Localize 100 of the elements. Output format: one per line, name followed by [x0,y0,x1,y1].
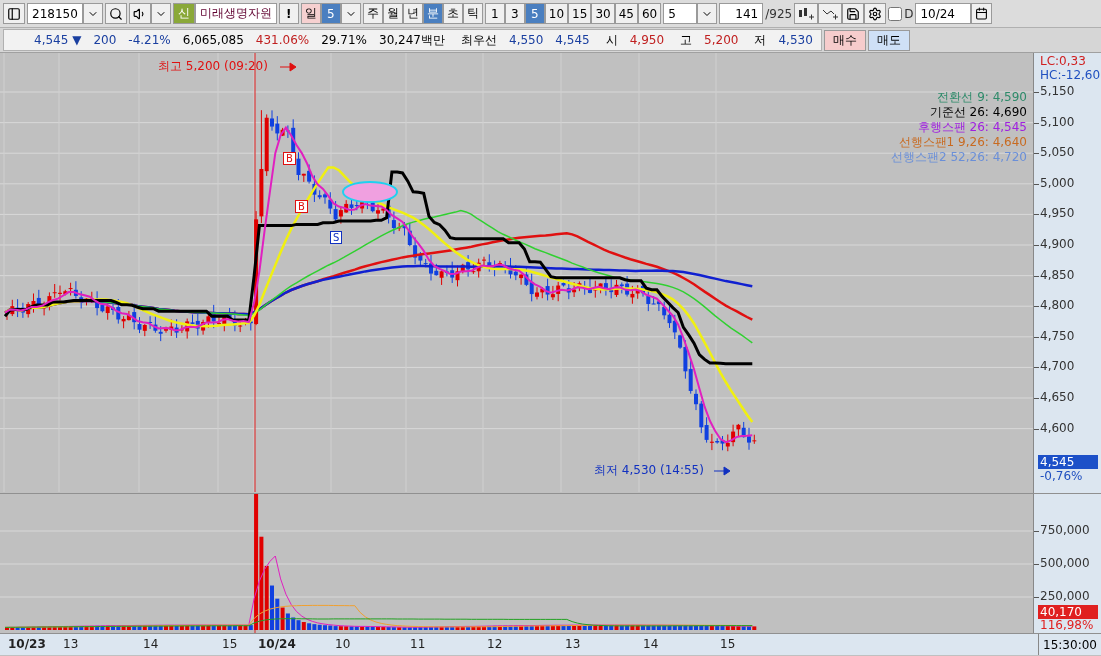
save-icon [846,6,861,21]
buy-signal-marker: B [295,200,308,213]
price-tick: 5,050 [1040,145,1075,160]
dropdown-button[interactable] [697,3,718,24]
candle-plus-icon [798,6,815,21]
time-axis-label: 15 [720,637,736,651]
time-axis-label: 10 [335,637,351,651]
quote-label: 시 [605,31,618,49]
minute-tab[interactable]: 15 [568,3,592,24]
volume-tick: 750,000 [1040,523,1090,537]
panel-icon [7,6,21,21]
price-tick: 5,000 [1040,175,1075,190]
d-label: D [904,6,914,21]
quote-value: 4,950 [629,33,665,47]
lc-value: LC:0,33 [1039,54,1087,68]
time-axis-label: 12 [487,637,503,651]
dropdown-button[interactable] [340,3,361,24]
price-tick: 5,150 [1040,84,1075,98]
search-icon [108,6,123,21]
legend-entry: 선행스팬2 52,26: 4,720 [891,150,1027,165]
quote-value: 30,247백만 [379,31,445,49]
low-annotation: 최저 4,530 (14:55) [594,462,704,479]
date-field[interactable]: 10/24 [915,3,972,24]
price-tick: 4,750 [1040,328,1075,343]
current-price-tag: 4,545 [1038,455,1098,469]
quote-value: 4,545 [555,33,590,47]
time-axis-label: 14 [143,637,159,651]
time-axis-label: 10/23 [8,637,46,651]
volume-tick: 250,000 [1040,589,1090,603]
sell-button[interactable]: 매도 [867,29,910,51]
period-button[interactable]: 일 [300,3,321,24]
time-axis-label: 13 [565,637,581,651]
quote-value: 5,200 [704,33,739,47]
highlight-ellipse [342,181,398,203]
price-tick: 4,700 [1040,359,1075,374]
sell-signal-marker: S [330,231,343,244]
price-tick: 4,850 [1040,267,1075,282]
price-change-label: -0,76% [1039,469,1084,483]
minute-tab[interactable]: 1 [484,3,505,24]
line-add-button[interactable] [818,3,843,24]
unit-tab[interactable]: 년 [402,3,423,24]
legend-entry: 전환선 9: 4,590 [937,90,1027,105]
legend-entry: 후행스팬 26: 4,545 [917,120,1027,135]
unit-tab[interactable]: 월 [382,3,403,24]
candle-add-button[interactable] [794,3,819,24]
price-tick: 4,600 [1040,420,1075,435]
quote-value: 431.06% [255,33,310,47]
alert-button[interactable]: ! [278,3,299,24]
interval-field[interactable]: 5 [663,3,698,24]
quote-value: -4.21% [128,33,171,47]
time-label: 15:30:00 [1038,634,1101,655]
time-axis-label: 10/24 [258,637,296,651]
d-checkbox[interactable] [888,6,903,21]
time-axis-label: 13 [63,637,79,651]
quote-value: 4,530 [778,33,813,47]
price-tick: 4,650 [1040,390,1075,404]
price-tick: 4,900 [1040,237,1075,251]
layout-button[interactable] [3,3,25,24]
settings-button[interactable] [864,3,887,24]
period-value[interactable]: 5 [320,3,341,24]
quote-value: 4,550 [509,33,544,47]
quote-label: 저 [754,31,767,49]
quote-value: 200 [93,33,117,47]
minute-tab[interactable]: 3 [504,3,525,24]
unit-tab[interactable]: 분 [422,3,443,24]
legend-entry: 선행스팬1 9,26: 4,640 [898,135,1027,150]
high-annotation: 최고 5,200 (09:20) [158,58,268,75]
quote-value: 29.71% [321,33,367,47]
settings-icon [868,6,883,21]
minute-tab[interactable]: 60 [637,3,662,24]
save-button[interactable] [842,3,865,24]
buy-button[interactable]: 매수 [823,29,866,51]
calendar-button[interactable] [971,3,993,24]
minute-tab[interactable]: 45 [614,3,638,24]
hc-value: HC:-12,60 [1039,68,1098,82]
credit-badge: 신 [172,3,195,24]
buy-signal-marker: B [283,152,296,165]
stock-name: 미래생명자원 [194,3,277,24]
quote-label: 고 [680,31,693,49]
legend-entry: 기준선 26: 4,690 [929,105,1027,120]
time-axis-label: 11 [410,637,426,651]
unit-tab[interactable]: 틱 [462,3,483,24]
minute-tab[interactable]: 10 [544,3,569,24]
quote-label: 최우선 [461,31,497,49]
search-button[interactable] [104,3,127,24]
total-count: /925 [765,6,793,21]
volume-ratio-label: 116,98% [1039,618,1095,632]
unit-tab[interactable]: 초 [442,3,463,24]
quote-value: 4,545 ▼ [34,33,82,47]
code-field[interactable]: 218150 [27,3,83,24]
count-field[interactable]: 141 [719,3,764,24]
unit-tab[interactable]: 주 [362,3,383,24]
minute-tab[interactable]: 30 [591,3,615,24]
sound-button[interactable] [128,3,151,24]
minute-tab[interactable]: 5 [524,3,545,24]
time-axis-label: 15 [222,637,238,651]
quote-value: 6,065,085 [182,33,244,47]
price-tick: 5,100 [1040,114,1075,129]
volume-tick: 500,000 [1040,556,1090,570]
calendar-icon [975,7,989,20]
